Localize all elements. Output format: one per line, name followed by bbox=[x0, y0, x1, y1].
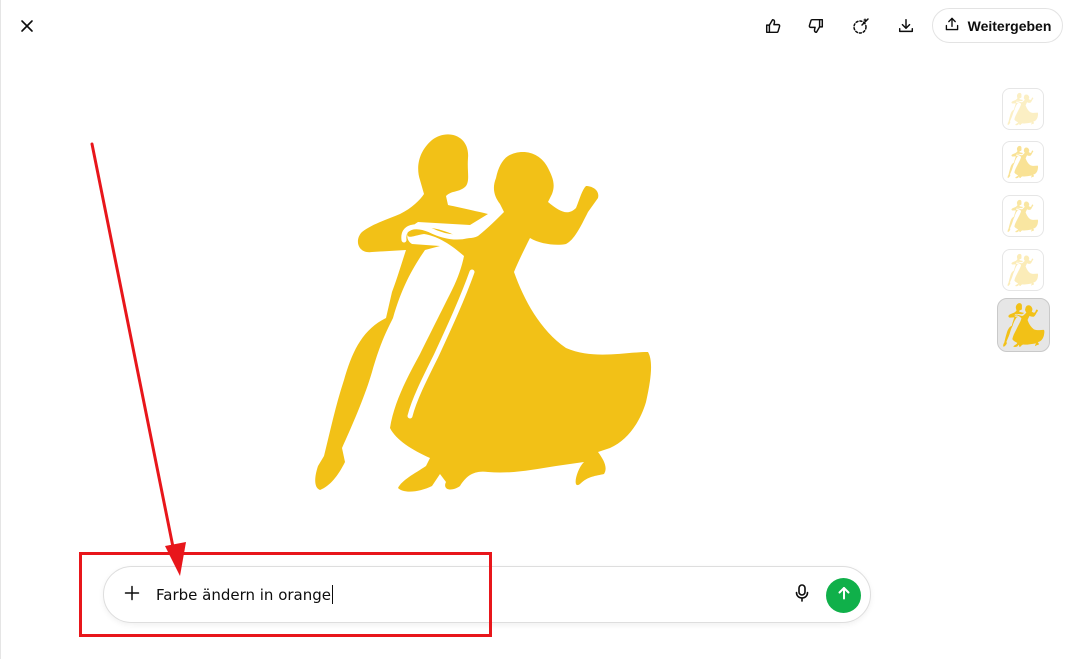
dislike-button[interactable] bbox=[800, 10, 832, 42]
close-icon bbox=[19, 18, 35, 34]
plus-icon bbox=[124, 585, 140, 606]
download-button[interactable] bbox=[890, 10, 922, 42]
prompt-composer: Farbe ändern in orange bbox=[103, 566, 871, 623]
share-button[interactable]: Weitergeben bbox=[932, 8, 1063, 43]
magic-select-icon bbox=[851, 16, 871, 36]
download-icon bbox=[897, 17, 915, 35]
thumbs-up-icon bbox=[764, 17, 782, 35]
generated-image bbox=[300, 125, 670, 500]
share-label: Weitergeben bbox=[967, 17, 1052, 34]
prompt-input[interactable]: Farbe ändern in orange bbox=[156, 583, 756, 607]
thumbnail[interactable] bbox=[1002, 141, 1044, 183]
voice-input-button[interactable] bbox=[790, 583, 814, 607]
thumbnail[interactable] bbox=[1002, 195, 1044, 237]
arrow-up-icon bbox=[836, 585, 852, 606]
share-upload-icon bbox=[944, 16, 960, 35]
select-area-button[interactable] bbox=[845, 10, 877, 42]
ballroom-dancers-silhouette bbox=[315, 134, 652, 492]
close-button[interactable] bbox=[11, 10, 43, 42]
window-edge bbox=[0, 0, 1, 659]
thumbnail-selected[interactable] bbox=[997, 298, 1050, 352]
thumbnail[interactable] bbox=[1002, 249, 1044, 291]
microphone-icon bbox=[793, 583, 811, 608]
prompt-text: Farbe ändern in orange bbox=[156, 586, 331, 604]
thumbs-down-icon bbox=[807, 17, 825, 35]
text-cursor bbox=[332, 585, 333, 604]
thumbnail[interactable] bbox=[1002, 88, 1044, 130]
add-attachment-button[interactable] bbox=[118, 581, 146, 609]
send-button[interactable] bbox=[826, 578, 861, 613]
like-button[interactable] bbox=[757, 10, 789, 42]
